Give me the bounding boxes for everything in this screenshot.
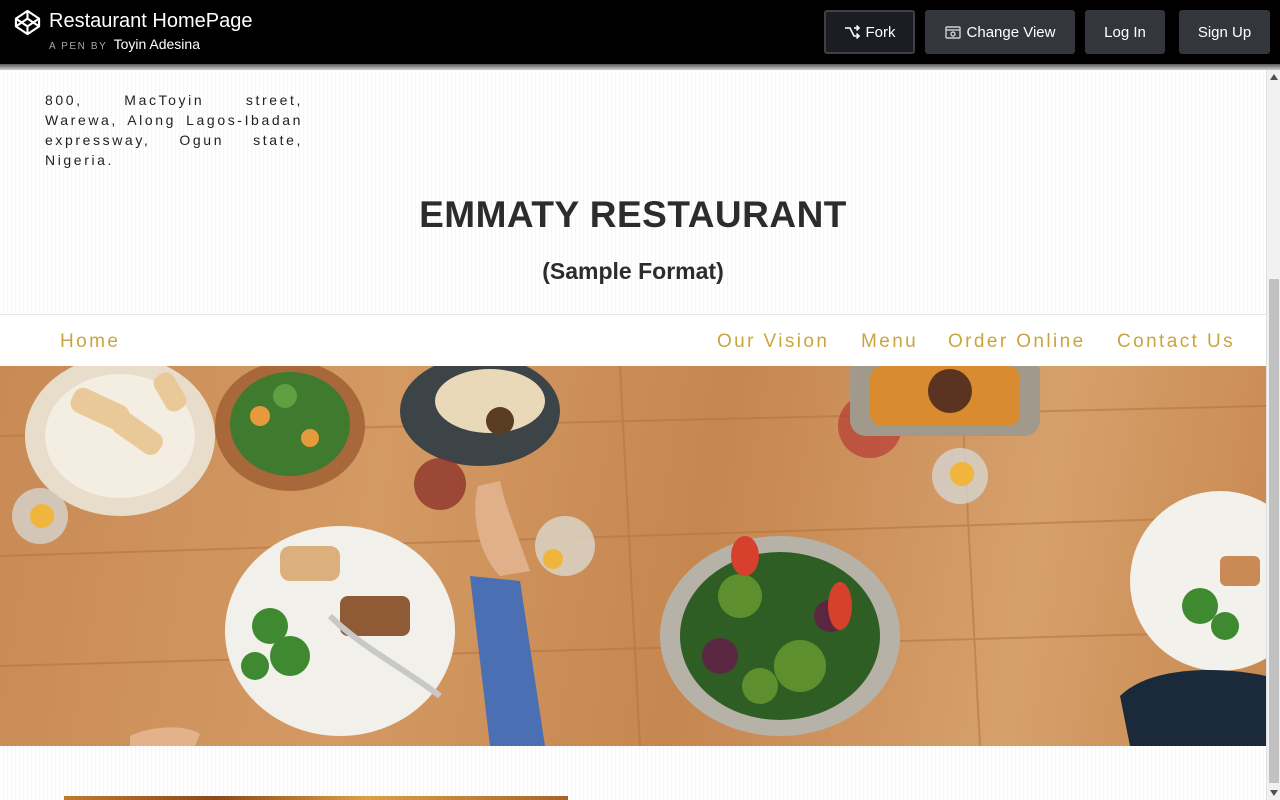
sign-up-button[interactable]: Sign Up <box>1179 10 1270 54</box>
fork-button[interactable]: Fork <box>824 10 915 54</box>
restaurant-subtitle: (Sample Format) <box>542 258 724 284</box>
pen-title[interactable]: Restaurant HomePage <box>49 10 252 33</box>
pen-preview: 800, MacToyin street, Warewa, Along Lago… <box>0 70 1266 800</box>
codepen-header: Restaurant HomePage A PEN BY Toyin Adesi… <box>0 0 1280 64</box>
nav-menu[interactable]: Menu <box>861 331 918 353</box>
log-in-button[interactable]: Log In <box>1085 10 1165 54</box>
hero-image <box>0 366 1266 746</box>
nav-our-vision[interactable]: Our Vision <box>717 331 829 353</box>
restaurant-title: EMMATY RESTAURANT <box>419 194 847 235</box>
next-section-image <box>64 796 568 800</box>
nav-order-online[interactable]: Order Online <box>948 331 1086 353</box>
scroll-up-icon <box>1270 74 1278 80</box>
byline-prefix: A PEN BY <box>49 41 108 52</box>
change-view-label: Change View <box>966 23 1056 41</box>
change-view-icon <box>944 25 961 39</box>
author-link[interactable]: Toyin Adesina <box>114 36 200 52</box>
nav-contact-us[interactable]: Contact Us <box>1117 331 1235 353</box>
hero-food-illustration <box>0 366 1266 746</box>
fork-icon <box>844 25 860 39</box>
change-view-button[interactable]: Change View <box>925 10 1075 54</box>
preview-scrollbar[interactable] <box>1266 70 1280 800</box>
restaurant-address: 800, MacToyin street, Warewa, Along Lago… <box>45 92 303 168</box>
pen-byline: A PEN BY Toyin Adesina <box>49 36 200 52</box>
fork-label: Fork <box>865 23 896 41</box>
scroll-down-icon <box>1270 790 1278 796</box>
main-nav: Home Our Vision Menu Order Online Contac… <box>0 314 1266 366</box>
scroll-up-button[interactable] <box>1267 70 1280 84</box>
below-hero-section <box>0 746 1266 800</box>
scrollbar-thumb[interactable] <box>1269 279 1279 783</box>
codepen-logo-icon[interactable] <box>14 9 41 36</box>
scroll-down-button[interactable] <box>1267 786 1280 800</box>
nav-home[interactable]: Home <box>60 331 120 353</box>
